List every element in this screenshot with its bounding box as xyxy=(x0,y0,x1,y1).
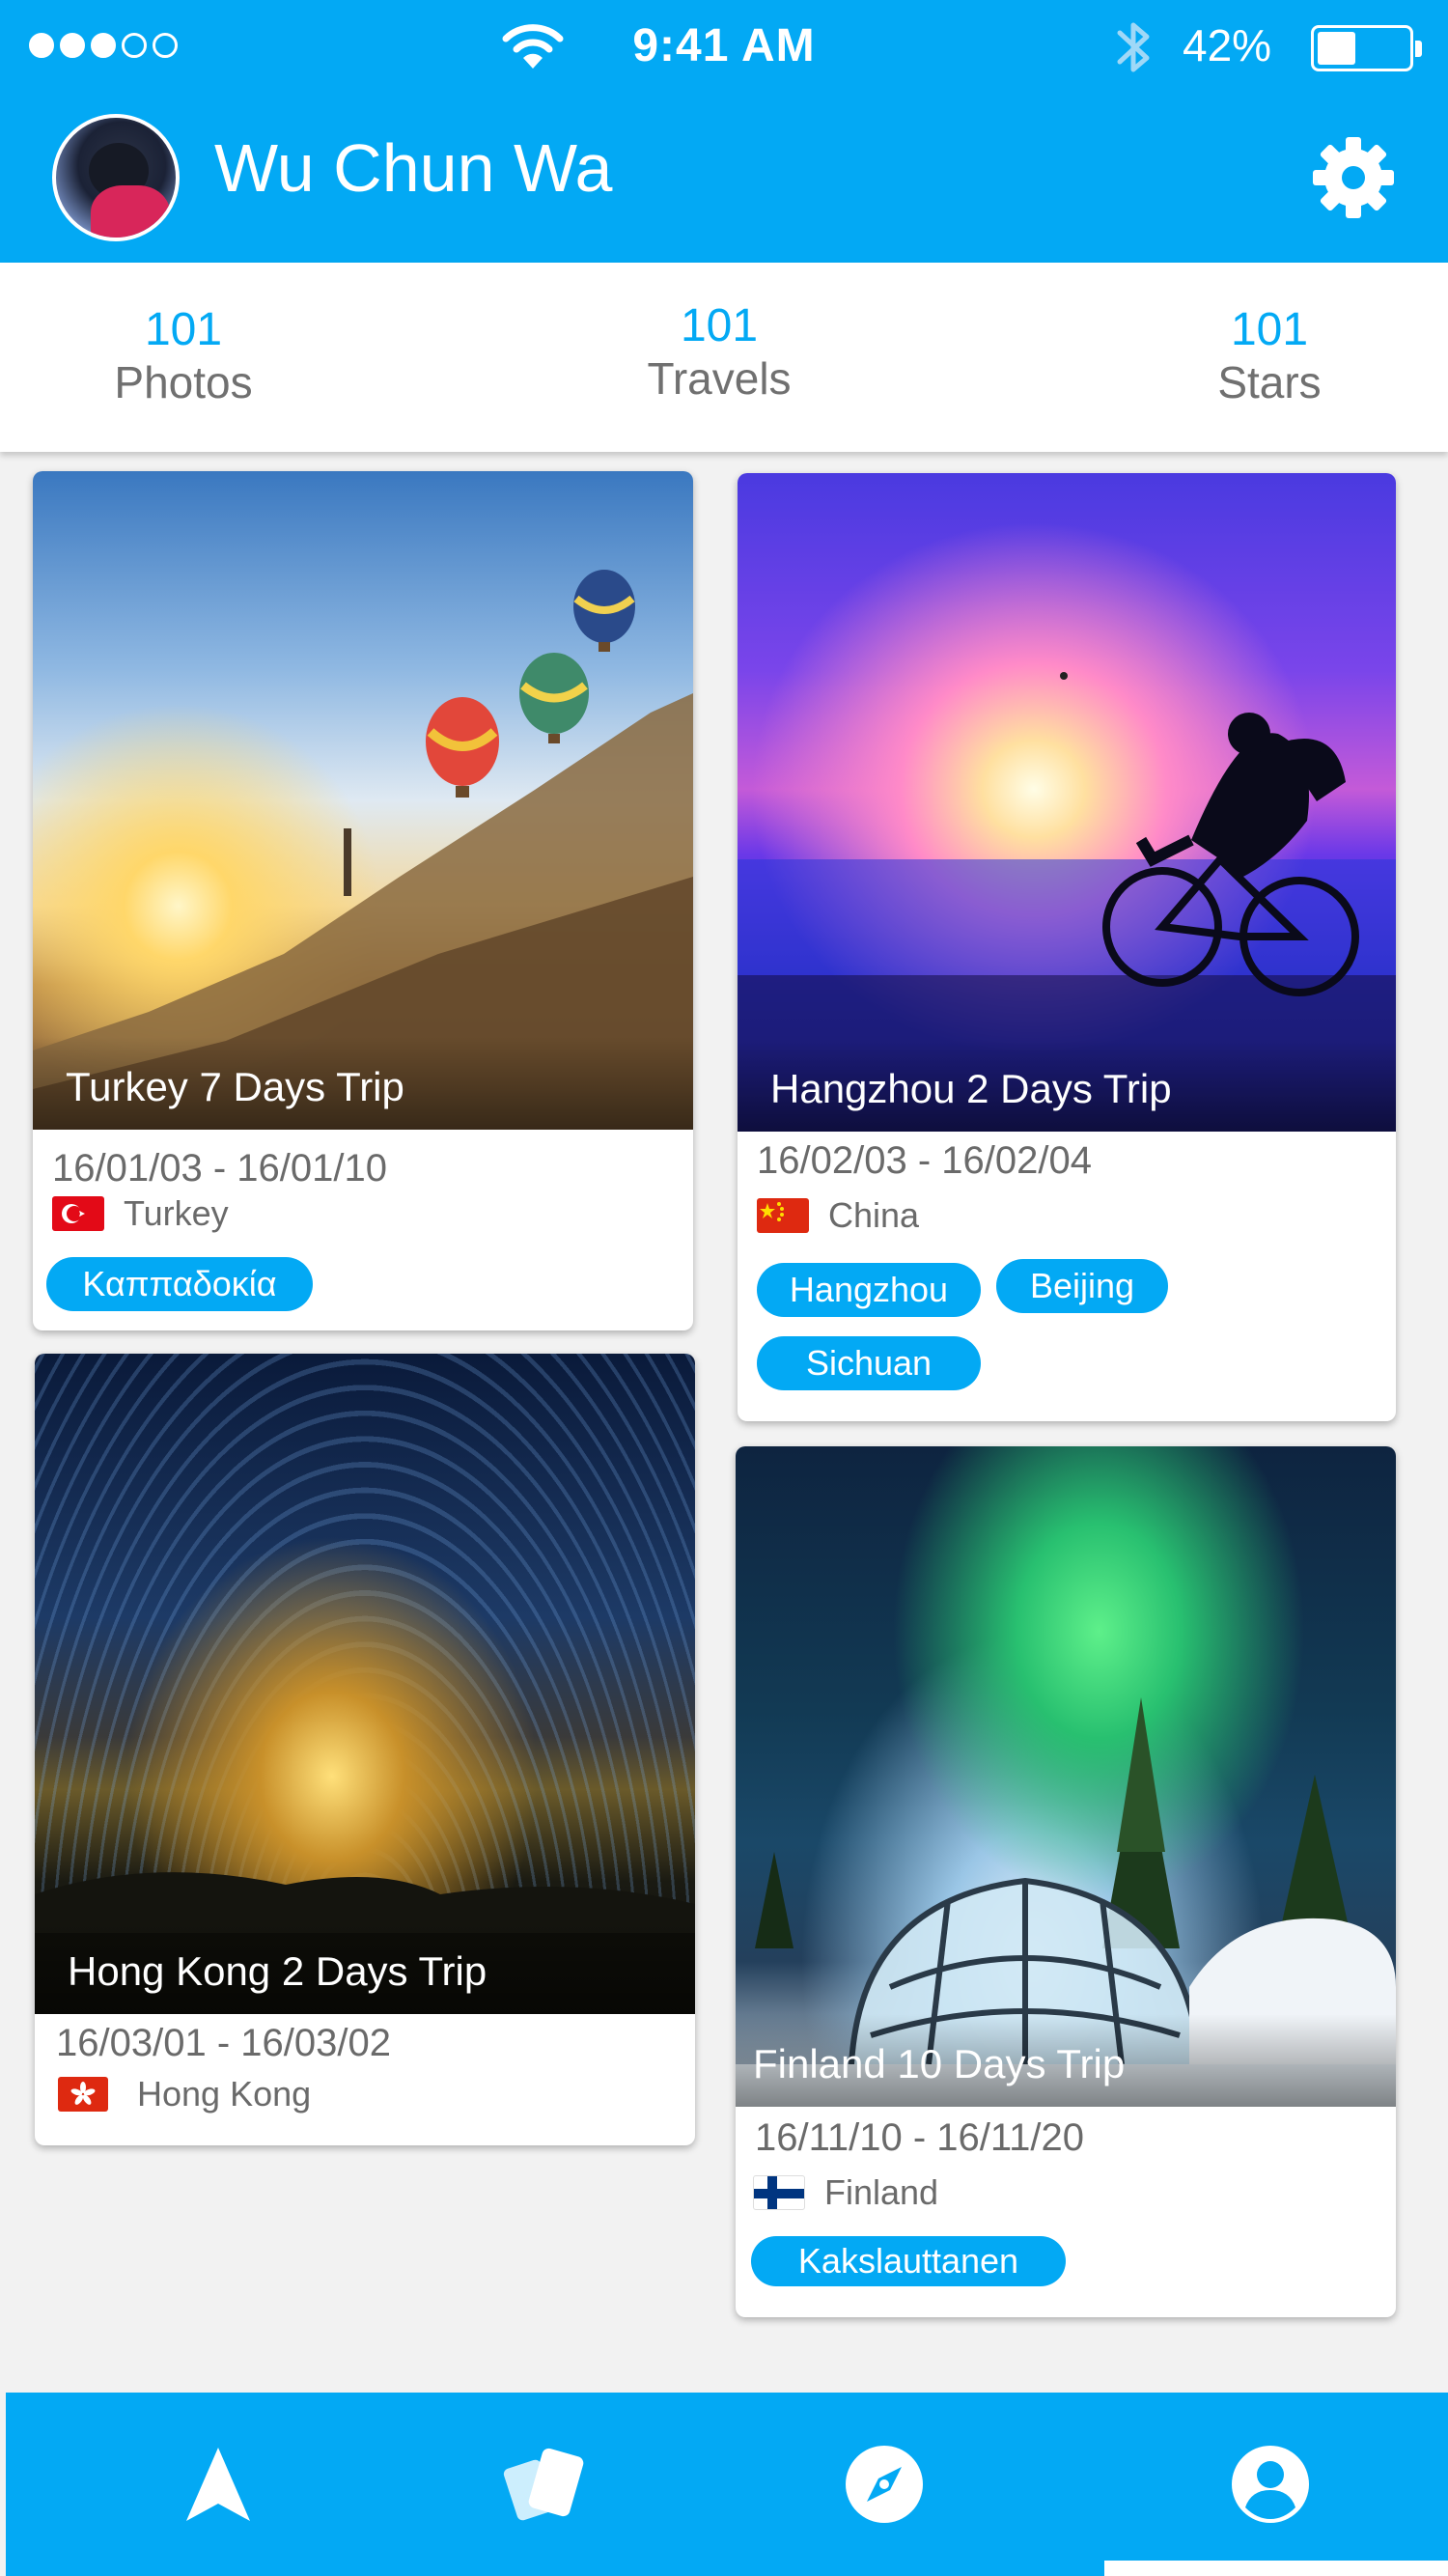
trip-photo: Turkey 7 Days Trip xyxy=(33,471,693,1130)
trip-dates: 16/01/03 - 16/01/10 xyxy=(52,1147,387,1190)
trip-tag[interactable]: Kakslauttanen xyxy=(751,2236,1066,2286)
trip-title: Hangzhou 2 Days Trip xyxy=(738,1039,1396,1132)
trip-title: Finland 10 Days Trip xyxy=(736,2014,1396,2107)
trip-tag[interactable]: Hangzhou xyxy=(757,1263,981,1317)
trip-title: Turkey 7 Days Trip xyxy=(33,1037,693,1130)
cards-icon xyxy=(503,2448,584,2521)
stat-travels[interactable]: 101 Travels xyxy=(594,300,845,406)
trip-card-finland[interactable]: Finland 10 Days Trip 16/11/10 - 16/11/20… xyxy=(736,1446,1396,2317)
trip-country: Finland xyxy=(753,2172,938,2213)
trip-country: Hong Kong xyxy=(58,2074,311,2114)
profile-icon xyxy=(1232,2446,1309,2523)
trip-tag[interactable]: Καππαδοκία xyxy=(46,1257,313,1311)
user-name: Wu Chun Wa xyxy=(214,130,613,206)
bottom-navigation xyxy=(6,2393,1448,2576)
trip-tag[interactable]: Sichuan xyxy=(757,1336,981,1390)
trip-country: China xyxy=(757,1195,919,1236)
avatar[interactable] xyxy=(52,114,180,241)
flag-hongkong-icon xyxy=(58,2077,108,2112)
nav-item-navigate[interactable] xyxy=(73,2393,363,2576)
trip-country-name: Finland xyxy=(824,2172,939,2212)
stat-stars[interactable]: 101 Stars xyxy=(1144,304,1395,409)
trip-dates: 16/11/10 - 16/11/20 xyxy=(755,2116,1085,2159)
compass-icon xyxy=(846,2446,923,2523)
trip-photo: Hangzhou 2 Days Trip xyxy=(738,473,1396,1132)
stat-photos-value: 101 xyxy=(144,304,223,355)
flag-finland-icon xyxy=(753,2175,805,2210)
trip-country-name: Turkey xyxy=(124,1193,229,1233)
trip-card-hangzhou[interactable]: Hangzhou 2 Days Trip 16/02/03 - 16/02/04… xyxy=(738,473,1396,1421)
stat-travels-label: Travels xyxy=(647,352,792,404)
app-header: 9:41 AM 42% Wu Chun Wa xyxy=(0,0,1448,263)
gear-icon[interactable] xyxy=(1311,135,1396,220)
trip-title: Hong Kong 2 Days Trip xyxy=(35,1921,695,2014)
stat-travels-value: 101 xyxy=(680,300,759,351)
active-tab-indicator xyxy=(1104,2561,1448,2576)
trip-card-hongkong[interactable]: Hong Kong 2 Days Trip 16/03/01 - 16/03/0… xyxy=(35,1354,695,2145)
navigation-arrow-icon xyxy=(186,2448,250,2521)
status-time: 9:41 AM xyxy=(632,20,816,71)
trip-photo: Hong Kong 2 Days Trip xyxy=(35,1354,695,2014)
flag-china-icon xyxy=(757,1198,809,1233)
trip-card-turkey[interactable]: Turkey 7 Days Trip 16/01/03 - 16/01/10 T… xyxy=(33,471,693,1330)
trip-photo: Finland 10 Days Trip xyxy=(736,1446,1396,2107)
status-bar: 9:41 AM 42% xyxy=(0,0,1448,93)
stat-photos-label: Photos xyxy=(114,356,253,407)
bluetooth-icon xyxy=(1117,22,1150,72)
profile-stats: 101 Photos 101 Travels 101 Stars xyxy=(0,263,1448,452)
signal-strength-icon xyxy=(29,33,178,58)
wifi-icon xyxy=(502,24,564,69)
stat-photos[interactable]: 101 Photos xyxy=(58,304,309,409)
battery-icon xyxy=(1311,25,1422,71)
flag-turkey-icon xyxy=(52,1196,104,1231)
nav-item-profile[interactable] xyxy=(1126,2393,1415,2576)
trip-tag[interactable]: Beijing xyxy=(996,1259,1168,1313)
battery-percent: 42% xyxy=(1183,20,1272,70)
trip-dates: 16/02/03 - 16/02/04 xyxy=(757,1139,1092,1182)
stat-stars-label: Stars xyxy=(1217,356,1322,407)
trip-dates: 16/03/01 - 16/03/02 xyxy=(56,2022,391,2064)
trip-country-name: Hong Kong xyxy=(137,2074,312,2114)
trip-country-name: China xyxy=(828,1195,920,1235)
trip-country: Turkey xyxy=(52,1193,229,1234)
nav-item-explore[interactable] xyxy=(739,2393,1029,2576)
nav-item-cards[interactable] xyxy=(402,2393,691,2576)
stat-stars-value: 101 xyxy=(1230,304,1309,355)
